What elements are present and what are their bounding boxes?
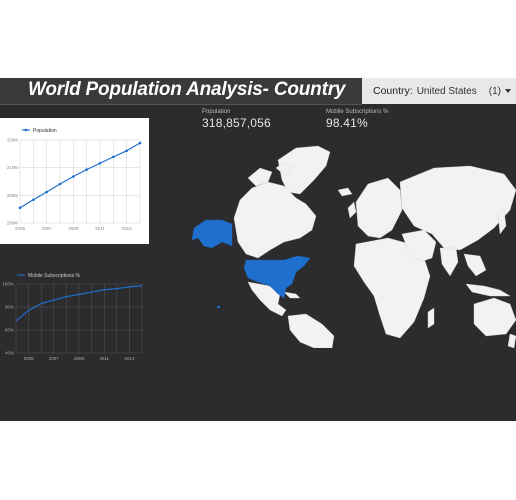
- indonesia-shape[interactable]: [465, 283, 511, 297]
- y-tick-label: 40%: [5, 351, 14, 356]
- world-map[interactable]: [188, 138, 516, 349]
- y-tick-label: 80%: [5, 305, 14, 310]
- southeast-asia-shape[interactable]: [463, 253, 487, 277]
- y-tick-label: 300M: [7, 193, 19, 198]
- y-tick-label: 310M: [7, 165, 19, 170]
- australia-shape[interactable]: [473, 297, 516, 337]
- iceland-shape[interactable]: [337, 187, 353, 197]
- data-point[interactable]: [72, 175, 75, 178]
- chevron-down-icon[interactable]: [504, 89, 511, 93]
- india-shape[interactable]: [439, 247, 459, 277]
- header-bar: World Population Analysis- Country: [0, 78, 362, 105]
- y-tick-label: 60%: [5, 328, 14, 333]
- madagascar-shape[interactable]: [427, 307, 435, 329]
- page-title: World Population Analysis- Country: [28, 79, 346, 100]
- legend-marker: [24, 128, 28, 132]
- population-chart: Population 290M 300M 310M 320M 2005 2007 2009…: [0, 118, 149, 244]
- country-filter-value: United States: [416, 85, 477, 97]
- population-scorecard: Population 318,857,056: [202, 109, 271, 130]
- mobile-subscriptions-chart: Mobile Subscriptions % 40% 60% 80% 100% 200…: [0, 266, 150, 366]
- hawaii-shape[interactable]: [217, 306, 220, 308]
- data-point[interactable]: [85, 168, 88, 171]
- x-tick-label: 2011: [99, 356, 109, 361]
- dashboard-canvas: World Population Analysis- Country Count…: [0, 78, 516, 421]
- x-tick-label: 2009: [68, 226, 79, 231]
- mobile-subscriptions-label: Mobile Subscriptions %: [326, 109, 389, 115]
- x-tick-label: 2011: [95, 226, 105, 231]
- mobile-subscriptions-scorecard: Mobile Subscriptions % 98.41%: [326, 109, 388, 130]
- south-america-shape[interactable]: [287, 313, 335, 349]
- legend-label: Population: [33, 128, 57, 134]
- data-point[interactable]: [58, 182, 62, 186]
- mobile-subscriptions-chart-svg: Mobile Subscriptions % 40% 60% 80% 100% 200…: [2, 273, 143, 361]
- europe-shape[interactable]: [355, 177, 403, 239]
- x-tick-label: 2009: [74, 356, 85, 361]
- country-filter-label: Country:: [373, 85, 413, 97]
- y-tick-label: 320M: [7, 138, 19, 143]
- population-value: 318,857,056: [202, 116, 271, 130]
- x-tick-label: 2005: [15, 226, 26, 231]
- y-tick-label: 100%: [2, 282, 14, 287]
- country-filter-dropdown[interactable]: Country: United States (1): [362, 78, 516, 104]
- legend-label: Mobile Subscriptions %: [28, 273, 81, 279]
- world-map-svg: [191, 145, 516, 349]
- x-tick-label: 2005: [24, 356, 35, 361]
- new-zealand-shape[interactable]: [507, 333, 516, 349]
- uk-shape[interactable]: [347, 201, 357, 219]
- canada-shape[interactable]: [233, 181, 317, 259]
- data-point[interactable]: [112, 155, 115, 159]
- data-point[interactable]: [45, 190, 48, 194]
- caribbean-shape[interactable]: [283, 291, 301, 299]
- mobile-subscriptions-value: 98.41%: [326, 116, 368, 130]
- x-tick-label: 2013: [122, 226, 133, 231]
- data-point[interactable]: [18, 206, 22, 210]
- country-filter-count: (1): [488, 85, 501, 97]
- x-tick-label: 2013: [124, 356, 135, 361]
- population-label: Population: [202, 109, 231, 115]
- data-point[interactable]: [98, 161, 102, 165]
- population-chart-svg: Population 290M 300M 310M 320M 2005 2007 2009…: [7, 128, 142, 231]
- x-tick-label: 2007: [49, 356, 60, 361]
- alaska-shape[interactable]: [191, 219, 233, 249]
- data-point[interactable]: [32, 198, 35, 202]
- data-point[interactable]: [138, 141, 142, 145]
- series-line: [19, 142, 141, 209]
- data-point[interactable]: [125, 149, 128, 153]
- y-tick-label: 290M: [7, 221, 19, 226]
- x-tick-label: 2007: [42, 226, 53, 231]
